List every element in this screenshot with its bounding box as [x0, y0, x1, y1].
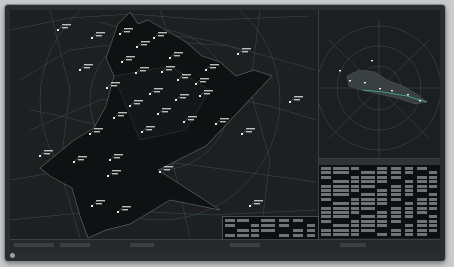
overview-target	[339, 70, 341, 72]
list-row[interactable]	[223, 234, 318, 238]
list-row[interactable]	[319, 215, 440, 219]
overview-target	[349, 80, 351, 82]
flight-list-panel[interactable]	[319, 159, 440, 238]
status-item[interactable]	[60, 243, 90, 247]
overview-target	[391, 90, 393, 92]
status-item[interactable]	[14, 243, 54, 247]
overview-radar-map	[316, 20, 440, 158]
list-row[interactable]	[319, 167, 440, 171]
main-radar-map	[10, 10, 317, 239]
aircraft-target[interactable]	[249, 200, 263, 207]
aircraft-target[interactable]	[91, 32, 105, 39]
list-row[interactable]	[319, 228, 440, 233]
status-item[interactable]	[230, 243, 260, 247]
list-row[interactable]	[223, 219, 318, 223]
list-row[interactable]	[319, 211, 440, 215]
list-row[interactable]	[319, 233, 440, 237]
overview-target	[419, 100, 421, 102]
list-row[interactable]	[319, 189, 440, 193]
list-row[interactable]	[319, 206, 440, 211]
aircraft-target[interactable]	[39, 150, 53, 157]
list-row[interactable]	[223, 229, 318, 233]
list-row[interactable]	[319, 193, 440, 197]
aircraft-target[interactable]	[241, 128, 255, 135]
overview-target	[364, 82, 366, 84]
aircraft-target[interactable]	[79, 64, 93, 71]
status-item[interactable]	[130, 243, 154, 247]
list-row[interactable]	[223, 224, 318, 228]
overview-target	[407, 94, 409, 96]
list-row[interactable]	[319, 219, 440, 224]
flight-list-header	[319, 159, 440, 165]
power-indicator-icon	[10, 253, 15, 258]
list-row[interactable]	[319, 224, 440, 228]
aircraft-target[interactable]	[289, 96, 303, 103]
list-row[interactable]	[319, 175, 440, 180]
list-row[interactable]	[319, 197, 440, 202]
main-radar-scope[interactable]	[10, 10, 319, 240]
aircraft-target[interactable]	[57, 24, 71, 31]
list-row[interactable]	[319, 171, 440, 175]
status-bar	[10, 239, 440, 252]
status-item[interactable]	[340, 243, 366, 247]
overview-target	[371, 60, 373, 62]
atc-display	[10, 10, 440, 252]
list-row[interactable]	[319, 180, 440, 184]
overview-sector	[346, 69, 428, 105]
overview-target	[379, 88, 381, 90]
list-row[interactable]	[319, 184, 440, 189]
list-row[interactable]	[319, 202, 440, 206]
overview-radar-scope[interactable]	[316, 10, 440, 159]
mini-flight-list[interactable]	[222, 216, 319, 240]
